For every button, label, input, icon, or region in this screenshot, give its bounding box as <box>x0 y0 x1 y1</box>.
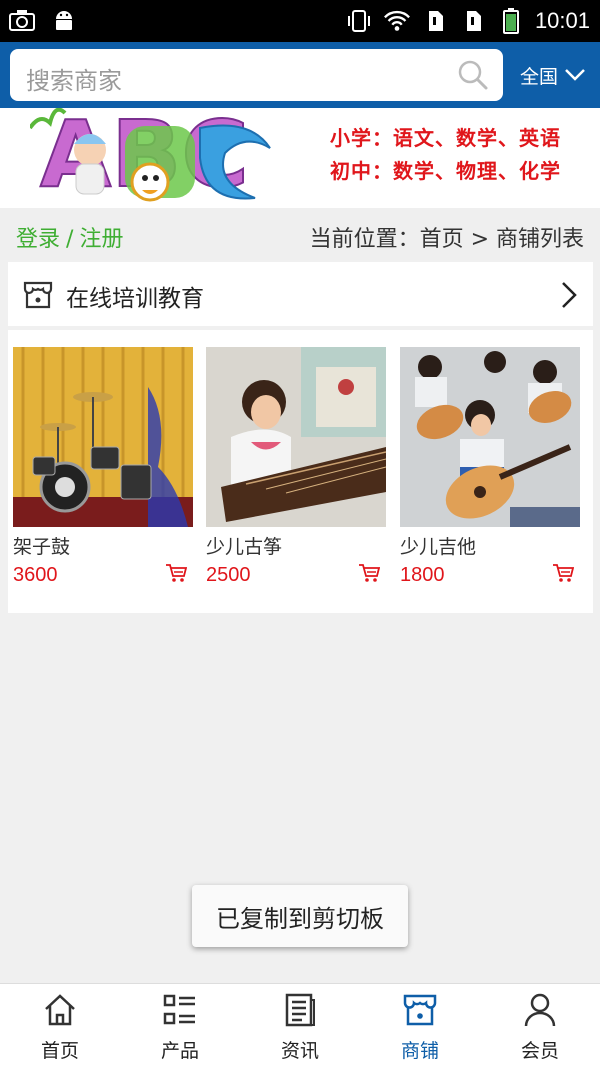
sim1-icon <box>421 7 449 35</box>
nav-home-label: 首页 <box>40 1040 79 1062</box>
battery-icon <box>497 7 525 35</box>
product-card[interactable]: 少儿吉他 1800 <box>400 347 580 587</box>
login-link[interactable]: 登录 <box>16 227 60 252</box>
sim2-icon <box>459 7 487 35</box>
search-icon[interactable] <box>457 59 489 91</box>
product-name[interactable]: 少儿古筝 <box>206 535 386 559</box>
nav-shops[interactable]: 商铺 <box>360 984 480 1067</box>
shop-icon <box>402 992 438 1028</box>
status-bar: 10:01 <box>0 0 600 42</box>
banner-line-middle: 初中：数学、物理、化学 <box>330 161 561 183</box>
product-list-icon <box>162 992 198 1028</box>
chevron-down-icon <box>564 65 586 87</box>
store-icon <box>22 279 54 311</box>
cart-icon[interactable] <box>165 563 188 583</box>
nav-news-label: 资讯 <box>280 1040 319 1062</box>
shop-title: 在线培训教育 <box>66 286 204 312</box>
bottom-nav: 首页 产品 资讯 商铺 会员 <box>0 983 600 1067</box>
promo-banner[interactable]: ABC 小学：语文、数学、英语 初中：数学、物理、化学 <box>0 108 600 208</box>
product-card[interactable]: 少儿古筝 2500 <box>206 347 386 587</box>
product-name[interactable]: 架子鼓 <box>13 535 193 559</box>
breadcrumb: 当前位置：首页 > 商铺列表 <box>309 227 584 252</box>
search-input[interactable]: 搜索商家 <box>10 49 503 101</box>
copied-toast: 已复制到剪切板 <box>192 885 408 947</box>
cart-icon[interactable] <box>358 563 381 583</box>
shop-header[interactable]: 在线培训教育 <box>8 262 593 326</box>
cart-icon[interactable] <box>552 563 575 583</box>
nav-news[interactable]: 资讯 <box>240 984 360 1067</box>
nav-shops-label: 商铺 <box>400 1040 439 1062</box>
product-grid: 架子鼓 3600 少儿古筝 2500 少儿吉他 1800 <box>8 330 593 613</box>
top-header: 搜索商家 全国 <box>0 42 600 108</box>
user-icon <box>522 992 558 1028</box>
register-link[interactable]: 注册 <box>79 227 123 252</box>
guitar-class-image[interactable] <box>400 347 580 527</box>
wifi-icon <box>383 7 411 35</box>
screenshot-icon <box>8 6 36 34</box>
abc-kid-illustration: ABC <box>30 108 280 208</box>
region-selector[interactable]: 全国 <box>520 62 586 89</box>
banner-line-primary: 小学：语文、数学、英语 <box>330 128 561 150</box>
nav-home[interactable]: 首页 <box>0 984 120 1067</box>
auth-separator: / <box>66 227 74 252</box>
nav-member-label: 会员 <box>520 1040 559 1062</box>
nav-products-label: 产品 <box>160 1040 199 1062</box>
home-icon <box>42 992 78 1028</box>
status-time: 10:01 <box>534 8 590 33</box>
chevron-right-icon[interactable] <box>559 280 579 310</box>
product-card[interactable]: 架子鼓 3600 <box>13 347 193 587</box>
android-icon <box>50 6 78 34</box>
nav-products[interactable]: 产品 <box>120 984 240 1067</box>
region-label: 全国 <box>520 66 559 88</box>
news-icon <box>282 992 318 1028</box>
product-name[interactable]: 少儿吉他 <box>400 535 580 559</box>
nav-member[interactable]: 会员 <box>480 984 600 1067</box>
breadcrumb-row: 登录 / 注册 当前位置：首页 > 商铺列表 <box>0 208 600 260</box>
drum-kit-image[interactable] <box>13 347 193 527</box>
vibrate-icon <box>345 7 373 35</box>
auth-links: 登录 / 注册 <box>16 221 123 253</box>
search-placeholder: 搜索商家 <box>26 67 122 95</box>
guzheng-image[interactable] <box>206 347 386 527</box>
